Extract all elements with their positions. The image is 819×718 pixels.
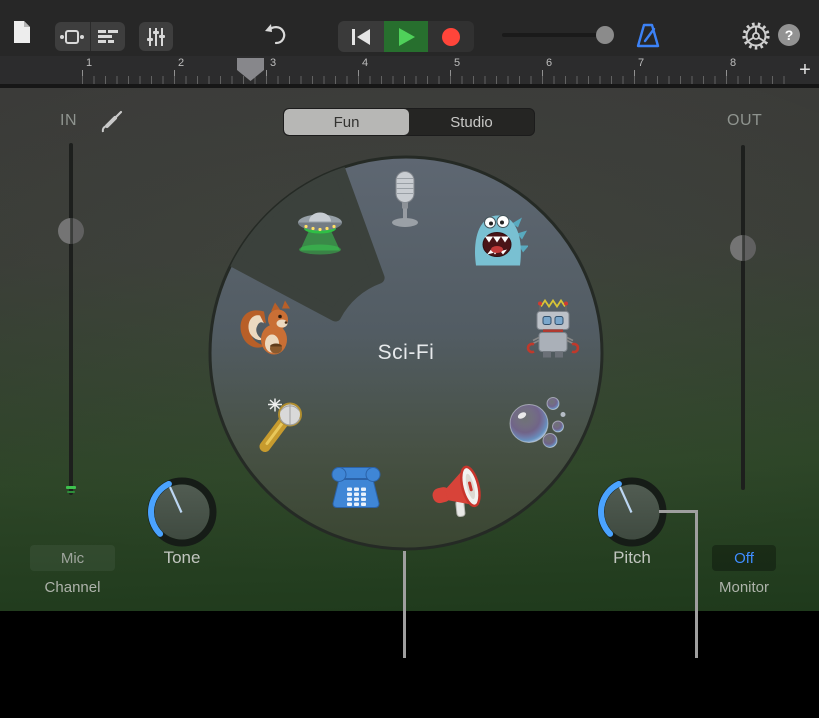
audio-jack-icon [101,110,123,133]
glowing-mic-icon [259,398,302,452]
monster-icon [474,215,529,266]
input-label: IN [60,112,77,129]
robot-icon [526,298,580,358]
ruler-number: 1 [86,57,93,69]
ruler-number: 3 [270,57,277,69]
callout-line-wheel [403,551,406,658]
monitor-toggle-button[interactable]: Off [712,545,776,571]
monitor-label: Monitor [718,579,770,596]
ruler-number: 8 [730,57,737,69]
squirrel-icon [240,300,290,355]
metronome-button[interactable] [635,22,661,55]
callout-line-pitch-vertical [695,510,698,658]
new-document-button[interactable] [12,20,32,50]
play-icon [399,27,415,46]
mode-option-studio[interactable]: Studio [409,109,534,135]
input-level-meter [67,491,75,493]
preset-natural[interactable] [383,170,427,237]
ruler-number: 6 [546,57,553,69]
undo-button[interactable] [262,23,288,54]
input-fader-thumb[interactable] [58,218,84,244]
output-fader-track[interactable] [741,145,745,490]
callout-line-pitch-horizontal [659,510,698,513]
record-icon [442,27,460,46]
preset-bubbles[interactable] [505,394,567,457]
output-label: OUT [727,112,763,129]
tone-knob[interactable] [144,474,220,550]
preset-megaphone[interactable] [426,461,490,524]
master-volume-thumb[interactable] [596,26,614,44]
studio-mic-icon [392,171,418,227]
help-button[interactable]: ? [778,24,800,46]
toolbar: ? [0,0,819,57]
preset-chipmunk[interactable] [236,300,298,363]
ruler-minor-ticks [82,76,794,84]
preset-sci-fi[interactable] [288,199,352,262]
ufo-icon [298,212,342,255]
megaphone-icon [432,465,481,518]
connections-icon [60,29,85,44]
mode-switch: Fun Studio [283,108,535,136]
mixer-button[interactable] [139,22,173,51]
bubbles-icon [509,397,566,448]
input-source-button[interactable] [98,106,126,139]
preset-glow-mic[interactable] [253,397,311,460]
go-to-beginning-button[interactable] [338,21,384,52]
undo-icon [265,24,286,45]
settings-gear-icon [742,22,770,50]
metronome-icon [636,23,660,48]
tracks-icon [97,30,118,43]
ruler-number: 2 [178,57,185,69]
preset-telephone[interactable] [325,460,387,521]
preset-monster[interactable] [468,210,529,273]
transport-controls [338,21,474,52]
pitch-knob-label: Pitch [613,548,651,567]
go-to-beginning-icon [352,28,370,45]
channel-source-button[interactable]: Mic [30,545,115,571]
record-button[interactable] [428,21,474,52]
garageband-window: ? 1 2 3 4 5 6 7 8 + IN OUT Fun Studio Sc… [0,0,819,718]
mode-option-fun[interactable]: Fun [284,109,409,135]
input-level-meter [66,486,76,489]
view-switch-group [55,22,125,51]
channel-label: Channel [44,579,101,596]
settings-button[interactable] [741,21,771,56]
ruler-number: 5 [454,57,461,69]
ruler-number: 4 [362,57,369,69]
input-fader-track[interactable] [69,143,73,495]
tone-knob-label: Tone [163,548,201,567]
add-track-button[interactable]: + [794,58,816,82]
document-icon [14,21,30,43]
selected-preset-label: Sci-Fi [377,341,435,364]
tracks-view-button[interactable] [89,22,126,51]
play-button[interactable] [384,21,428,52]
preset-robot[interactable] [525,297,581,366]
telephone-icon [331,467,381,508]
connections-view-button[interactable] [55,22,90,51]
ruler-number: 7 [638,57,645,69]
mixer-icon [147,27,165,46]
output-fader-thumb[interactable] [730,235,756,261]
